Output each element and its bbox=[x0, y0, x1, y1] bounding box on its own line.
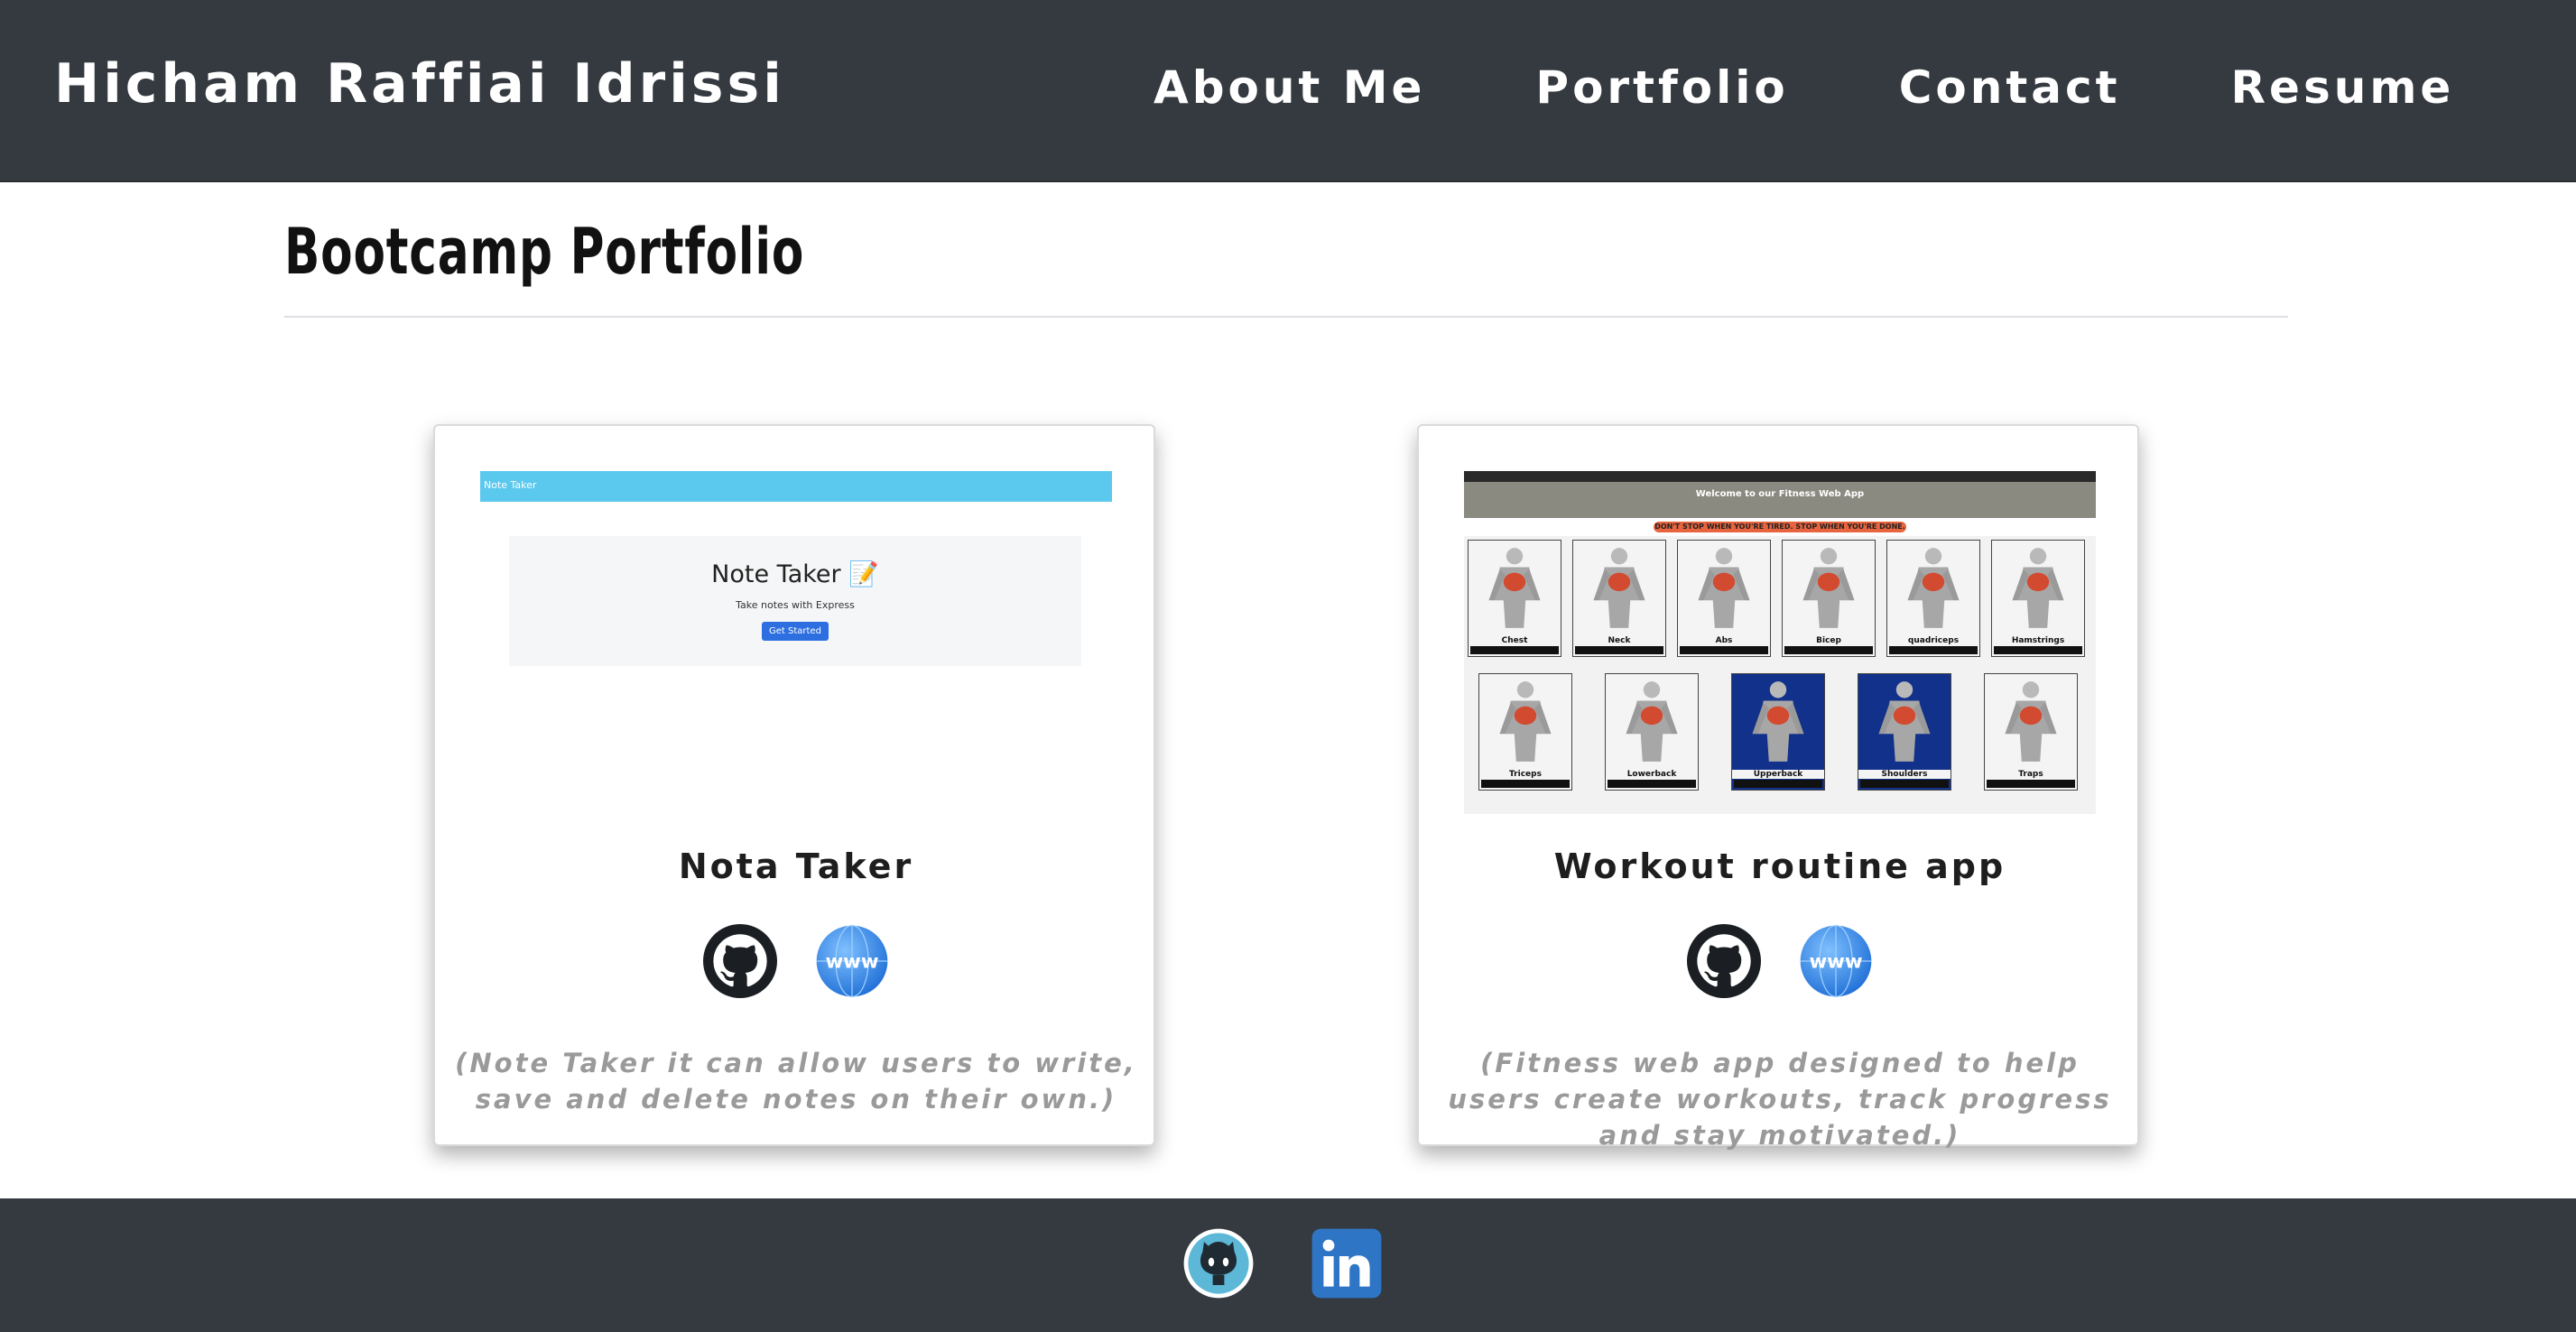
screenshot-browser-bar bbox=[1464, 471, 2096, 482]
footer-linkedin-link[interactable] bbox=[1311, 1227, 1383, 1300]
site-header: Hicham Raffiai Idrissi About Me Portfoli… bbox=[0, 0, 2576, 182]
muscle-tile: Traps bbox=[1984, 673, 2078, 791]
project-screenshot[interactable]: Welcome to our Fitness Web App DON'T STO… bbox=[1464, 471, 2096, 814]
muscle-start-button bbox=[1470, 646, 1559, 654]
github-icon bbox=[703, 924, 777, 998]
body-figure-icon bbox=[2012, 548, 2064, 628]
nav-resume[interactable]: Resume bbox=[2231, 61, 2455, 114]
svg-text:www: www bbox=[825, 950, 878, 973]
github-link[interactable] bbox=[1687, 924, 1761, 998]
nav-contact[interactable]: Contact bbox=[1899, 61, 2121, 114]
muscle-tile: Shoulders bbox=[1858, 673, 1951, 791]
body-figure-icon bbox=[1593, 548, 1645, 628]
live-site-link[interactable]: www bbox=[815, 924, 889, 998]
muscle-tile: Upperback bbox=[1731, 673, 1825, 791]
muscle-start-button bbox=[1784, 646, 1873, 654]
muscle-tile: Chest bbox=[1468, 540, 1561, 657]
muscle-label: Hamstrings bbox=[1992, 636, 2084, 645]
body-figure-icon bbox=[1698, 548, 1750, 628]
screenshot-jumbotron: Note Taker 📝 Take notes with Express Get… bbox=[509, 536, 1081, 666]
muscle-start-button bbox=[1481, 780, 1570, 788]
project-title: Workout routine app bbox=[1553, 846, 2006, 886]
body-figure-icon bbox=[1752, 681, 1804, 762]
project-title: Nota Taker bbox=[678, 846, 914, 886]
screenshot-get-started-button: Get Started bbox=[762, 622, 829, 641]
muscle-label: quadriceps bbox=[1887, 636, 1979, 645]
site-footer bbox=[0, 1198, 2576, 1332]
muscle-start-button bbox=[1987, 780, 2075, 788]
project-links: www bbox=[1419, 924, 2141, 998]
project-card-workout-app: Welcome to our Fitness Web App DON'T STO… bbox=[1417, 424, 2141, 1151]
muscle-tile: Abs bbox=[1677, 540, 1771, 657]
brand-name[interactable]: Hicham Raffiai Idrissi bbox=[54, 52, 785, 116]
screenshot-motivation-banner: DON'T STOP WHEN YOU'RE TIRED. STOP WHEN … bbox=[1654, 522, 1906, 532]
body-figure-icon bbox=[1488, 548, 1541, 628]
main-nav: About Me Portfolio Contact Resume bbox=[1154, 61, 2454, 114]
social-links bbox=[1182, 1227, 1383, 1300]
muscle-tile: quadriceps bbox=[1886, 540, 1980, 657]
muscle-start-button bbox=[1889, 646, 1978, 654]
body-figure-icon bbox=[1626, 681, 1678, 762]
www-globe-icon: www bbox=[816, 925, 888, 997]
github-link[interactable] bbox=[703, 924, 777, 998]
svg-text:www: www bbox=[1809, 950, 1862, 973]
muscle-label: Chest bbox=[1469, 636, 1561, 645]
project-description: (Note Taker it can allow users to write,… bbox=[455, 1048, 1137, 1115]
project-screenshot[interactable]: Note Taker Note Taker 📝 Take notes with … bbox=[480, 471, 1112, 814]
body-figure-icon bbox=[1907, 548, 1960, 628]
muscle-start-button bbox=[1734, 780, 1822, 788]
muscle-start-button bbox=[1680, 646, 1768, 654]
github-octocat-icon bbox=[1183, 1228, 1254, 1299]
muscle-start-button bbox=[1608, 780, 1696, 788]
muscle-tile: Bicep bbox=[1782, 540, 1876, 657]
muscle-label: Traps bbox=[1985, 770, 2077, 779]
body-figure-icon bbox=[1499, 681, 1552, 762]
muscle-label: Lowerback bbox=[1606, 770, 1698, 779]
live-site-link[interactable]: www bbox=[1799, 924, 1873, 998]
linkedin-icon bbox=[1311, 1228, 1382, 1299]
muscle-label: Triceps bbox=[1479, 770, 1571, 779]
muscle-tile: Triceps bbox=[1478, 673, 1572, 791]
body-figure-icon bbox=[2005, 681, 2057, 762]
screenshot-subheading: Take notes with Express bbox=[736, 599, 855, 611]
screenshot-navbar: Note Taker bbox=[480, 471, 1112, 502]
project-links: www bbox=[435, 924, 1157, 998]
muscle-label: Upperback bbox=[1732, 770, 1824, 779]
www-globe-icon: www bbox=[1800, 925, 1872, 997]
section-title: Bootcamp Portfolio bbox=[284, 215, 805, 289]
muscle-label: Abs bbox=[1678, 636, 1770, 645]
screenshot-heading: Note Taker 📝 bbox=[711, 560, 879, 588]
muscle-label: Neck bbox=[1573, 636, 1665, 645]
muscle-label: Bicep bbox=[1783, 636, 1875, 645]
muscle-tile: Lowerback bbox=[1605, 673, 1699, 791]
muscle-start-button bbox=[1860, 780, 1949, 788]
muscle-tile: Neck bbox=[1572, 540, 1666, 657]
body-figure-icon bbox=[1802, 548, 1855, 628]
body-figure-icon bbox=[1878, 681, 1931, 762]
muscle-tile: Hamstrings bbox=[1991, 540, 2085, 657]
muscle-grid: Chest Neck Abs Bicep quadriceps Hamstrings Tri… bbox=[1464, 536, 2096, 814]
muscle-start-button bbox=[1994, 646, 2082, 654]
github-icon bbox=[1687, 924, 1761, 998]
project-description: (Fitness web app designed to help users … bbox=[1448, 1048, 2112, 1151]
screenshot-welcome: Welcome to our Fitness Web App bbox=[1695, 489, 1865, 499]
section-divider bbox=[284, 316, 2288, 318]
nav-about-me[interactable]: About Me bbox=[1154, 61, 1425, 114]
project-card-note-taker: Note Taker Note Taker 📝 Take notes with … bbox=[433, 424, 1155, 1146]
muscle-start-button bbox=[1575, 646, 1663, 654]
footer-github-link[interactable] bbox=[1182, 1227, 1255, 1300]
muscle-label: Shoulders bbox=[1858, 770, 1951, 779]
nav-portfolio[interactable]: Portfolio bbox=[1535, 61, 1788, 114]
